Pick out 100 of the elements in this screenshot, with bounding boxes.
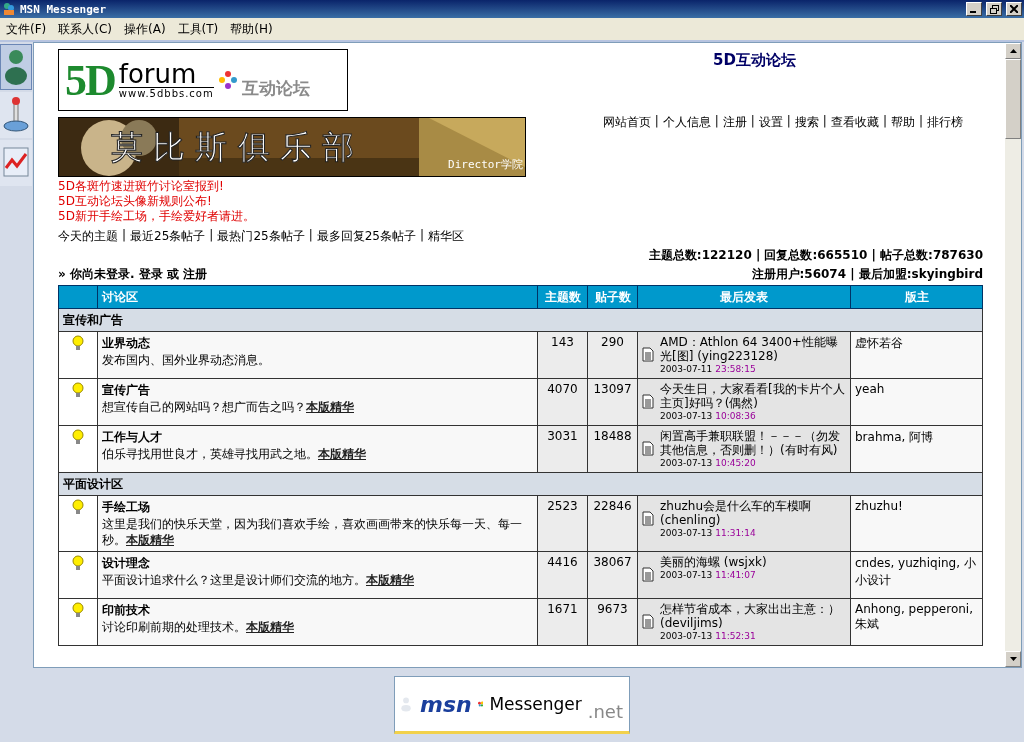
- maximize-button[interactable]: [986, 2, 1002, 16]
- column-header: [58, 285, 98, 309]
- lightbulb-icon: [72, 555, 84, 571]
- nav-link[interactable]: 注册: [722, 114, 747, 131]
- last-post-link[interactable]: AMD：Athlon 64 3400+性能曝光[图] (ying223128): [660, 335, 846, 363]
- forum-description: 伯乐寻找用世良才，英雄寻找用武之地。本版精华: [102, 446, 367, 462]
- nav-link[interactable]: 排行榜: [927, 114, 963, 131]
- forum-description: 这里是我们的快乐天堂，因为我们喜欢手绘，喜欢画画带来的快乐每一天、每一秒。本版精华: [102, 516, 523, 548]
- separator: |: [749, 114, 756, 130]
- table-cell: 143: [537, 331, 588, 379]
- forum-description: 发布国内、国外业界动态消息。: [102, 352, 271, 368]
- separator: |: [713, 114, 720, 130]
- column-header: 最后发表: [637, 285, 851, 309]
- post-timestamp: 2003-07-13 10:08:36: [660, 411, 757, 421]
- nav-link[interactable]: 帮助: [890, 114, 915, 131]
- forum-stats: 主题总数:122120 | 回复总数:665510 | 帖子总数:787630: [648, 247, 983, 264]
- lightbulb-icon: [72, 335, 84, 351]
- logo-mark: 5D: [65, 54, 115, 106]
- forum-name[interactable]: 工作与人才: [102, 429, 533, 446]
- forum-name[interactable]: 宣传广告: [102, 382, 533, 399]
- essence-link[interactable]: 本版精华: [318, 447, 366, 461]
- login-link[interactable]: 登录: [138, 266, 163, 283]
- menu-item[interactable]: 操作(A): [118, 20, 172, 38]
- site-title: 5D互动论坛: [713, 51, 796, 70]
- table-cell: 13097: [587, 378, 638, 426]
- separator: |: [881, 114, 888, 130]
- table-cell: 虚怀若谷: [850, 331, 983, 379]
- document-icon: [642, 394, 654, 409]
- essence-link[interactable]: 本版精华: [366, 573, 414, 587]
- logo-url: www.5dbbs.com: [118, 88, 214, 99]
- table-cell: cndes, yuzhiqing, 小小设计: [850, 551, 983, 599]
- sidebar-tab[interactable]: [0, 44, 32, 90]
- table-cell: 4070: [537, 378, 588, 426]
- table-cell: 4416: [537, 551, 588, 599]
- chart-icon: [2, 146, 30, 180]
- quick-link[interactable]: 最近25条帖子: [130, 228, 206, 245]
- last-post-link[interactable]: 美丽的海螺 (wsjxk): [660, 555, 767, 569]
- column-header: 主题数: [537, 285, 588, 309]
- ad-banner[interactable]: msn Messenger .net: [394, 676, 630, 734]
- separator: |: [917, 114, 924, 130]
- ad-product: Messenger: [489, 694, 582, 714]
- announcement-link[interactable]: 5D各斑竹速进斑竹讨论室报到!: [58, 179, 224, 193]
- separator: |: [307, 228, 314, 244]
- login-status: » 你尚未登录.: [58, 266, 135, 283]
- lightbulb-icon: [72, 602, 84, 618]
- post-timestamp: 2003-07-13 10:45:20: [660, 458, 757, 468]
- scroll-up-button[interactable]: [1005, 43, 1021, 59]
- forum-name[interactable]: 业界动态: [102, 335, 533, 352]
- document-icon: [642, 441, 654, 456]
- last-post-link[interactable]: 闲置高手兼职联盟！－－－（勿发其他信息，否则删！）(有时有风): [660, 429, 846, 457]
- forum-name[interactable]: 印前技术: [102, 602, 533, 619]
- logo-slogan: 互动论坛: [241, 76, 310, 100]
- essence-link[interactable]: 本版精华: [246, 620, 294, 634]
- minimize-button[interactable]: [966, 2, 982, 16]
- last-post-link[interactable]: 怎样节省成本，大家出出主意：）(deviljims): [660, 602, 846, 630]
- category-header: 宣传和广告: [58, 308, 983, 332]
- forum-name[interactable]: 设计理念: [102, 555, 533, 572]
- close-button[interactable]: [1006, 2, 1022, 16]
- window-title: MSN Messenger: [20, 2, 108, 16]
- member-stats: 注册用户:56074 | 最后加盟:skyingbird: [751, 266, 983, 283]
- menu-item[interactable]: 工具(T): [171, 20, 225, 38]
- up-arrow-icon: [1009, 49, 1017, 53]
- essence-link[interactable]: 本版精华: [126, 533, 174, 547]
- ad-brand: msn: [419, 691, 472, 717]
- menu-item[interactable]: 文件(F): [0, 20, 53, 38]
- post-timestamp: 2003-07-13 11:41:07: [660, 570, 757, 580]
- forum-name[interactable]: 手绘工场: [102, 499, 533, 516]
- menu-item[interactable]: 帮助(H): [224, 20, 279, 38]
- banner-tag: Director学院: [448, 157, 523, 172]
- announcement-link[interactable]: 5D新开手绘工场，手绘爱好者请进。: [58, 209, 255, 223]
- essence-link[interactable]: 本版精华: [306, 400, 354, 414]
- scroll-down-button[interactable]: [1005, 651, 1021, 667]
- last-post-link[interactable]: 今天生日，大家看看[我的卡片个人主页]好吗？(偶然): [660, 382, 846, 410]
- nav-link[interactable]: 网站首页: [602, 114, 651, 131]
- person-icon: [3, 48, 29, 86]
- table-cell: 3031: [537, 425, 588, 473]
- quick-link[interactable]: 最热门25条帖子: [217, 228, 305, 245]
- scroll-thumb[interactable]: [1005, 59, 1021, 139]
- last-post-link[interactable]: zhuzhu会是什么车的车模啊 (chenling): [660, 499, 846, 527]
- lightbulb-icon: [72, 382, 84, 398]
- nav-link[interactable]: 设置: [758, 114, 783, 131]
- table-cell: yeah: [850, 378, 983, 426]
- separator: |: [419, 228, 426, 244]
- menu-item[interactable]: 联系人(C): [52, 20, 118, 38]
- table-cell: brahma, 阿博: [850, 425, 983, 473]
- quick-link[interactable]: 最多回复25条帖子: [316, 228, 416, 245]
- quick-link[interactable]: 精华区: [428, 228, 465, 245]
- separator: |: [785, 114, 792, 130]
- sidebar-tab[interactable]: [0, 140, 32, 186]
- nav-link[interactable]: 个人信息: [662, 114, 711, 131]
- post-timestamp: 2003-07-11 23:58:15: [660, 364, 757, 374]
- separator: |: [653, 114, 660, 130]
- quick-link[interactable]: 今天的主题: [58, 228, 118, 245]
- register-link[interactable]: 注册: [182, 266, 207, 283]
- announcement-link[interactable]: 5D互动论坛头像新规则公布!: [58, 194, 212, 208]
- sidebar-tab[interactable]: [0, 92, 32, 138]
- table-cell: 18488: [587, 425, 638, 473]
- nav-link[interactable]: 查看收藏: [830, 114, 879, 131]
- category-header: 平面设计区: [58, 472, 983, 496]
- nav-link[interactable]: 搜索: [794, 114, 819, 131]
